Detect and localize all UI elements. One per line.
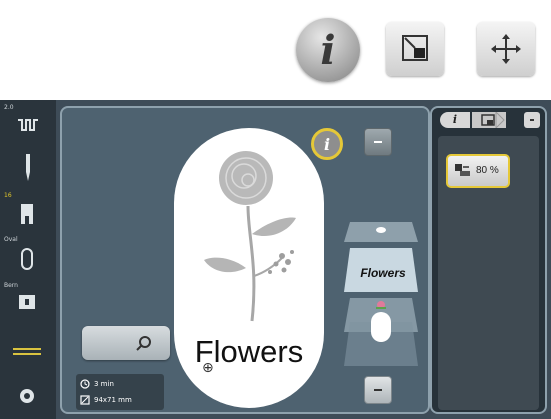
- zoom-hand-icon: [455, 164, 470, 176]
- thread-icon: [13, 348, 41, 355]
- tab-frame[interactable]: [472, 110, 506, 130]
- design-text: Flowers: [194, 334, 304, 369]
- zoom-value: 80 %: [476, 165, 499, 176]
- scroll-up-button[interactable]: [364, 128, 392, 156]
- flower-design-icon: [204, 151, 296, 322]
- center-crosshair-icon: ⊕: [202, 360, 214, 376]
- design-status-box: 3 min 94x71 mm: [76, 374, 164, 410]
- sidebar-item-settings[interactable]: [0, 380, 56, 412]
- hoop-oval-icon: [21, 248, 33, 270]
- magnifier-icon: [136, 336, 151, 351]
- design-size-icon: [80, 395, 90, 405]
- machine-screen: 2.0 16 Oval Bern Flowers ⊕ i Flowers 3 m…: [0, 100, 551, 419]
- zoom-level-button[interactable]: 80 %: [446, 154, 510, 188]
- info-button[interactable]: i: [296, 18, 360, 82]
- presser-foot-icon: [21, 204, 33, 224]
- status-time-row: 3 min: [80, 377, 114, 391]
- sidebar-item-stitch-width[interactable]: 2.0: [0, 104, 56, 144]
- stitch-time: 3 min: [94, 380, 114, 388]
- resize-frame-icon: [402, 35, 428, 61]
- layer-stack[interactable]: [342, 202, 420, 366]
- sidebar-item-thread[interactable]: [0, 338, 56, 368]
- right-panel: i 80 %: [430, 106, 547, 414]
- panel-tabs: i: [432, 108, 545, 130]
- sidebar-item-presser-foot[interactable]: 16: [0, 192, 56, 232]
- sidebar-item-hoop[interactable]: Oval: [0, 236, 56, 276]
- info-icon: i: [320, 26, 336, 74]
- minus-icon: [374, 141, 382, 143]
- info-icon: i: [452, 113, 458, 126]
- status-size-row: 94x71 mm: [80, 393, 132, 407]
- sidebar-item-stitch-plate[interactable]: Bern: [0, 282, 56, 320]
- minus-icon: [374, 389, 382, 391]
- needle-icon: [26, 154, 30, 181]
- tab-info[interactable]: i: [440, 112, 470, 128]
- settings-gear-icon: [20, 389, 34, 403]
- embroidery-canvas[interactable]: Flowers ⊕ i Flowers 3 min 94x71 mm: [60, 106, 430, 414]
- design-info-button[interactable]: i: [311, 128, 343, 160]
- hoop-area[interactable]: Flowers ⊕: [174, 128, 324, 408]
- info-icon: i: [323, 134, 331, 154]
- zoom-button[interactable]: [82, 326, 170, 360]
- sidebar-item-needle[interactable]: [0, 148, 56, 184]
- scroll-down-button[interactable]: [364, 376, 392, 404]
- move-button[interactable]: [477, 22, 535, 76]
- layer-4-hoop-thumb-icon: [371, 312, 391, 342]
- design-size: 94x71 mm: [94, 396, 132, 404]
- frame-icon: [481, 110, 505, 130]
- move-arrows-icon: [491, 34, 521, 64]
- layer-label: Flowers: [360, 266, 406, 280]
- status-sidebar: 2.0 16 Oval Bern: [0, 100, 56, 419]
- stitch-width-icon: [18, 119, 38, 131]
- layer-1-thumb-icon: [376, 227, 386, 233]
- stitch-plate-icon: [19, 295, 35, 309]
- frame-resize-button[interactable]: [386, 22, 444, 76]
- panel-minimize-button[interactable]: [524, 112, 540, 128]
- clock-icon: [80, 379, 90, 389]
